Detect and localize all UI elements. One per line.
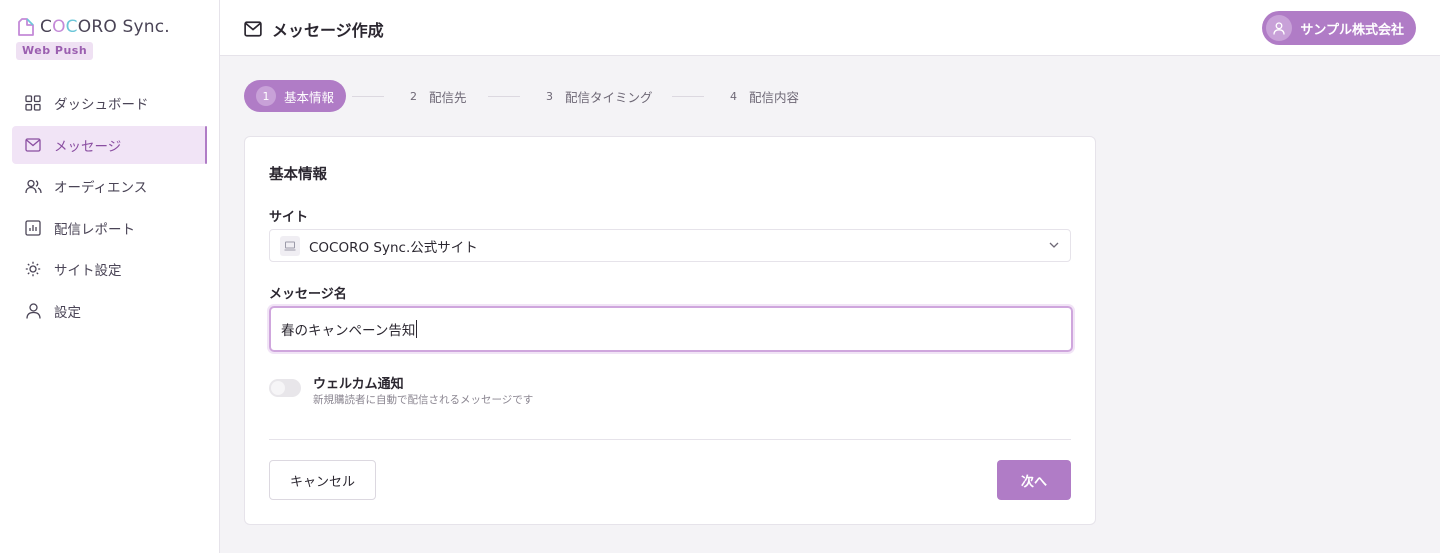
account-name: サンプル株式会社	[1300, 22, 1404, 38]
sidebar-item-label: 配信レポート	[54, 221, 135, 238]
step-connector	[352, 96, 384, 97]
basic-info-card: 基本情報 サイト COCORO Sync.公式サイト メッセージ名 春のキャンペ…	[244, 136, 1096, 525]
step-timing[interactable]: 3 配信タイミング	[546, 80, 653, 112]
sun-icon	[24, 260, 42, 278]
app-logo[interactable]: COCORO Sync.	[16, 16, 170, 38]
text-caret	[416, 320, 418, 338]
sidebar-nav: ダッシュボード メッセージ オーディエンス 配信レポート サイト設定 設定	[12, 84, 207, 333]
sidebar: COCORO Sync. Web Push ダッシュボード メッセージ オーディ…	[0, 0, 220, 553]
divider	[269, 439, 1071, 440]
step-indicator: 1 基本情報 2 配信先 3 配信タイミング 4 配信内容	[244, 80, 844, 112]
site-select[interactable]: COCORO Sync.公式サイト	[269, 229, 1071, 262]
message-name-label: メッセージ名	[269, 287, 347, 302]
step-number: 1	[256, 86, 276, 106]
chart-icon	[24, 219, 42, 237]
sidebar-item-report[interactable]: 配信レポート	[12, 209, 207, 247]
sidebar-item-label: サイト設定	[54, 263, 122, 279]
site-favicon-icon	[280, 235, 300, 256]
logo-text: COCORO Sync.	[40, 17, 170, 37]
page-title: メッセージ作成	[244, 17, 384, 41]
sidebar-item-audience[interactable]: オーディエンス	[12, 167, 207, 205]
message-name-value: 春のキャンペーン告知	[281, 323, 416, 339]
users-icon	[24, 177, 42, 195]
cancel-button[interactable]: キャンセル	[269, 460, 376, 500]
chevron-down-icon	[1049, 242, 1059, 248]
step-connector	[672, 96, 704, 97]
next-button[interactable]: 次へ	[997, 460, 1071, 500]
step-number: 4	[730, 89, 737, 103]
site-select-value: COCORO Sync.公式サイト	[309, 239, 478, 256]
section-title: 基本情報	[269, 167, 327, 183]
user-icon	[1273, 21, 1286, 35]
mail-icon	[24, 136, 42, 154]
welcome-toggle-description: 新規購読者に自動で配信されるメッセージです	[313, 394, 534, 406]
step-connector	[488, 96, 520, 97]
step-number: 2	[410, 89, 417, 103]
sidebar-item-messages[interactable]: メッセージ	[12, 125, 207, 164]
user-icon	[24, 302, 42, 320]
welcome-toggle[interactable]	[269, 379, 301, 397]
step-label: 基本情報	[284, 89, 335, 105]
step-label: 配信内容	[749, 89, 800, 105]
avatar	[1266, 15, 1293, 41]
top-header: メッセージ作成 サンプル株式会社	[220, 0, 1440, 56]
step-label: 配信タイミング	[565, 89, 653, 105]
step-label: 配信先	[429, 89, 467, 105]
sidebar-item-dashboard[interactable]: ダッシュボード	[12, 84, 207, 122]
sidebar-item-label: ダッシュボード	[54, 97, 149, 113]
step-destination[interactable]: 2 配信先	[410, 80, 467, 112]
account-menu-button[interactable]: サンプル株式会社	[1262, 11, 1416, 45]
page-title-text: メッセージ作成	[272, 21, 384, 40]
step-basic-info[interactable]: 1 基本情報	[244, 80, 347, 112]
sidebar-item-label: メッセージ	[54, 138, 122, 155]
message-name-input[interactable]: 春のキャンペーン告知	[269, 306, 1073, 352]
product-badge: Web Push	[16, 42, 94, 60]
step-number: 3	[546, 89, 553, 103]
sidebar-item-label: オーディエンス	[54, 180, 148, 196]
site-label: サイト	[269, 210, 309, 225]
sidebar-item-settings[interactable]: 設定	[12, 292, 207, 330]
logo-mark-icon	[18, 18, 34, 36]
mail-icon	[244, 21, 262, 37]
step-content[interactable]: 4 配信内容	[730, 80, 799, 112]
welcome-toggle-label: ウェルカム通知	[313, 377, 404, 392]
grid-icon	[24, 94, 42, 112]
sidebar-item-site-settings[interactable]: サイト設定	[12, 250, 207, 288]
sidebar-item-label: 設定	[54, 304, 81, 321]
